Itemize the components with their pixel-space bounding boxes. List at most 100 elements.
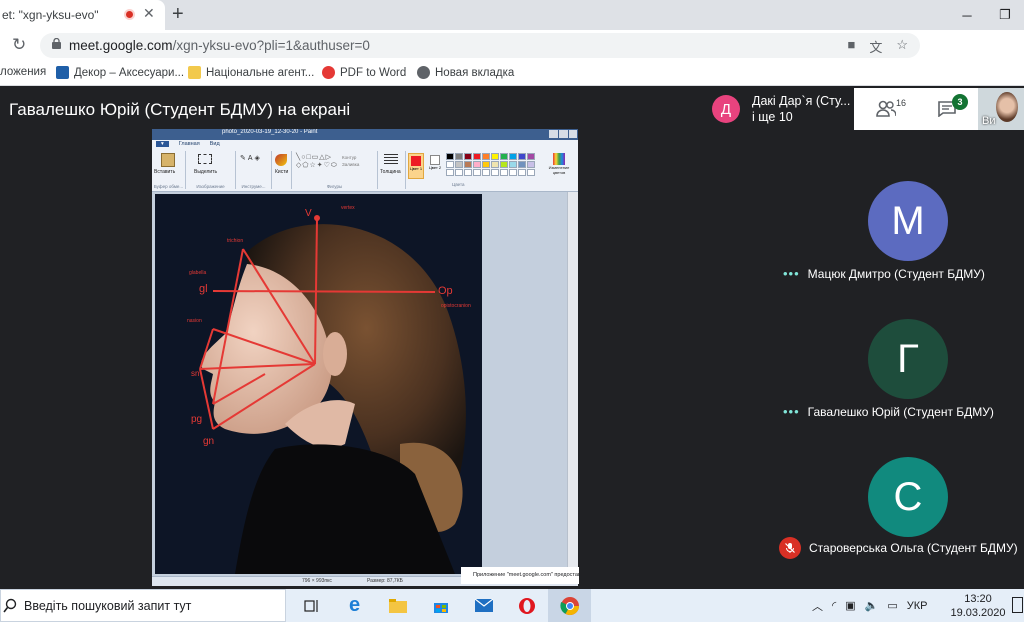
url-text: meet.google.com/xgn-yksu-evo?pli=1&authu… — [69, 38, 370, 53]
mail-icon[interactable] — [462, 589, 505, 622]
camera-tray-icon[interactable]: ▣ — [845, 599, 855, 612]
minimize-button[interactable]: ─ — [948, 0, 986, 30]
address-row: ↻ meet.google.com/xgn-yksu-evo?pli=1&aut… — [0, 30, 1024, 83]
pinned-participant[interactable]: Д Дакі Дар`я (Сту... і ще 10 — [706, 88, 854, 130]
paint-group: Выделить Изображение — [186, 151, 236, 189]
palette-swatch — [482, 169, 490, 176]
taskbar-clock[interactable]: 13:20 19.03.2020 — [950, 592, 1006, 620]
svg-text:pg: pg — [191, 414, 202, 425]
paint-scrollbar — [567, 192, 578, 576]
bookmark-favicon-icon — [188, 66, 201, 79]
palette-swatch — [455, 161, 463, 168]
bookmark-item[interactable]: PDF to Word — [322, 66, 406, 79]
pinned-name: Дакі Дар`я (Сту... — [752, 94, 851, 108]
store-icon[interactable] — [419, 589, 462, 622]
people-icon[interactable] — [876, 100, 896, 118]
paint-filesize: Размер: 87,7КБ — [367, 578, 403, 584]
paint-group: ╲○□▭△▷ ◇⬠☆✦♡⬭ Контур Заливка Фигуры — [292, 151, 378, 189]
palette-swatch — [482, 161, 490, 168]
color2-button: Цвет 2 — [427, 153, 443, 179]
battery-icon[interactable]: ▭ — [887, 599, 897, 612]
browser-tab[interactable]: et: "xgn-yksu-evo" ✕ — [0, 0, 165, 30]
new-tab-button[interactable]: + — [172, 3, 184, 26]
participant-tile[interactable]: Г ••• Гавалешко Юрій (Студент БДМУ) — [773, 290, 1024, 425]
avatar: Г — [868, 319, 948, 399]
avatar: Д — [712, 95, 740, 123]
paint-group: ✎A◈ Инструме... — [236, 151, 272, 189]
opera-icon[interactable] — [505, 589, 548, 622]
color1-swatch — [411, 156, 421, 166]
palette-swatch — [527, 161, 535, 168]
restore-button[interactable]: ❐ — [986, 0, 1024, 30]
svg-text:glabella: glabella — [189, 270, 206, 276]
paint-title: photo_2020-03-19_12-30-20 - Paint — [222, 129, 318, 135]
palette-swatch — [446, 153, 454, 160]
globe-icon — [417, 66, 430, 79]
sharing-toast: Приложение "meet.google.com" предоставля… — [461, 567, 579, 584]
palette-swatch — [473, 153, 481, 160]
edit-colors-button: Изменение цветов — [544, 153, 574, 179]
palette-swatch — [500, 153, 508, 160]
taskbar-search[interactable]: Введіть пошуковий запит тут — [0, 589, 286, 622]
clock-time: 13:20 — [964, 593, 992, 605]
volume-icon[interactable]: 🔈 — [865, 599, 879, 612]
pinned-more: і ще 10 — [752, 110, 793, 124]
self-view-tile[interactable]: Ви — [978, 88, 1024, 130]
palette-swatch — [518, 153, 526, 160]
clock-date: 19.03.2020 — [950, 607, 1006, 619]
palette-swatch — [446, 169, 454, 176]
bookmark-star-icon[interactable]: ☆ — [896, 37, 908, 56]
task-view-icon[interactable] — [290, 589, 333, 622]
close-tab-icon[interactable]: ✕ — [143, 5, 155, 22]
palette-swatch — [455, 153, 463, 160]
color1-button: Цвет 1 — [408, 153, 424, 179]
tools-icon: ✎A◈ — [240, 155, 262, 162]
color-palette — [446, 153, 535, 176]
url-path: /xgn-yksu-evo?pli=1&authuser=0 — [172, 38, 370, 53]
bookmark-item[interactable]: Новая вкладка — [417, 66, 514, 79]
paste-label: Вставить — [154, 169, 176, 175]
mic-muted-icon — [779, 537, 801, 559]
chrome-icon[interactable] — [548, 589, 591, 622]
shared-screen: photo_2020-03-19_12-30-20 - Paint ▾ Глав… — [152, 129, 578, 586]
participant-tile[interactable]: С Староверська Ольга (Студент БДМУ) — [773, 428, 1024, 566]
palette-swatch — [500, 169, 508, 176]
windows-taskbar: Введіть пошуковий запит тут e ︿ ◜ ▣ 🔈 ▭ … — [0, 589, 1024, 622]
language-indicator[interactable]: УКР — [907, 600, 928, 612]
translate-icon[interactable]: 文 — [869, 37, 882, 56]
paint-titlebar: photo_2020-03-19_12-30-20 - Paint — [152, 129, 578, 140]
thickness-label: Толщина — [380, 169, 401, 175]
browser-tabstrip: et: "xgn-yksu-evo" ✕ + ─ ❐ — [0, 0, 1024, 30]
omnibox[interactable]: meet.google.com/xgn-yksu-evo?pli=1&authu… — [40, 33, 920, 58]
svg-text:opistocranion: opistocranion — [441, 303, 471, 309]
notifications-icon[interactable] — [1012, 597, 1023, 613]
system-tray: ︿ ◜ ▣ 🔈 ▭ УКР — [812, 589, 928, 622]
search-icon — [3, 598, 17, 613]
file-explorer-icon[interactable] — [376, 589, 419, 622]
recording-indicator-icon — [124, 9, 135, 20]
window-controls: ─ ❐ — [948, 0, 1024, 30]
network-icon[interactable]: ◜ — [832, 599, 836, 612]
svg-text:vertex: vertex — [341, 205, 355, 211]
svg-text:trichion: trichion — [227, 238, 243, 244]
reload-icon[interactable]: ↻ — [12, 35, 26, 55]
speaking-indicator-icon: ••• — [783, 266, 800, 281]
color2-swatch — [430, 155, 440, 165]
paint-group: Толщина — [378, 151, 406, 189]
bookmarks-bar: ложения Декор – Аксесуари... Національне… — [0, 60, 1024, 86]
svg-text:gl: gl — [199, 283, 208, 295]
tray-expand-icon[interactable]: ︿ — [812, 598, 823, 614]
palette-swatch — [482, 153, 490, 160]
participant-tile[interactable]: М ••• Мацюк Дмитро (Студент БДМУ) — [773, 152, 1024, 287]
palette-swatch — [491, 169, 499, 176]
bookmark-item[interactable]: Національне агент... — [188, 66, 314, 79]
select-label: Выделить — [194, 169, 218, 175]
profile-photo: vertex trichion glabella nasion opistocr… — [187, 205, 471, 574]
palette-swatch — [527, 153, 535, 160]
bookmark-item[interactable]: ложения — [0, 66, 46, 78]
bookmark-item[interactable]: Декор – Аксесуари... — [56, 66, 184, 79]
shapes-icon: ╲○□▭△▷ ◇⬠☆✦♡⬭ — [296, 154, 338, 169]
edge-icon[interactable]: e — [333, 589, 376, 622]
people-count: 16 — [896, 98, 907, 108]
camera-icon[interactable]: ■ — [847, 37, 855, 56]
